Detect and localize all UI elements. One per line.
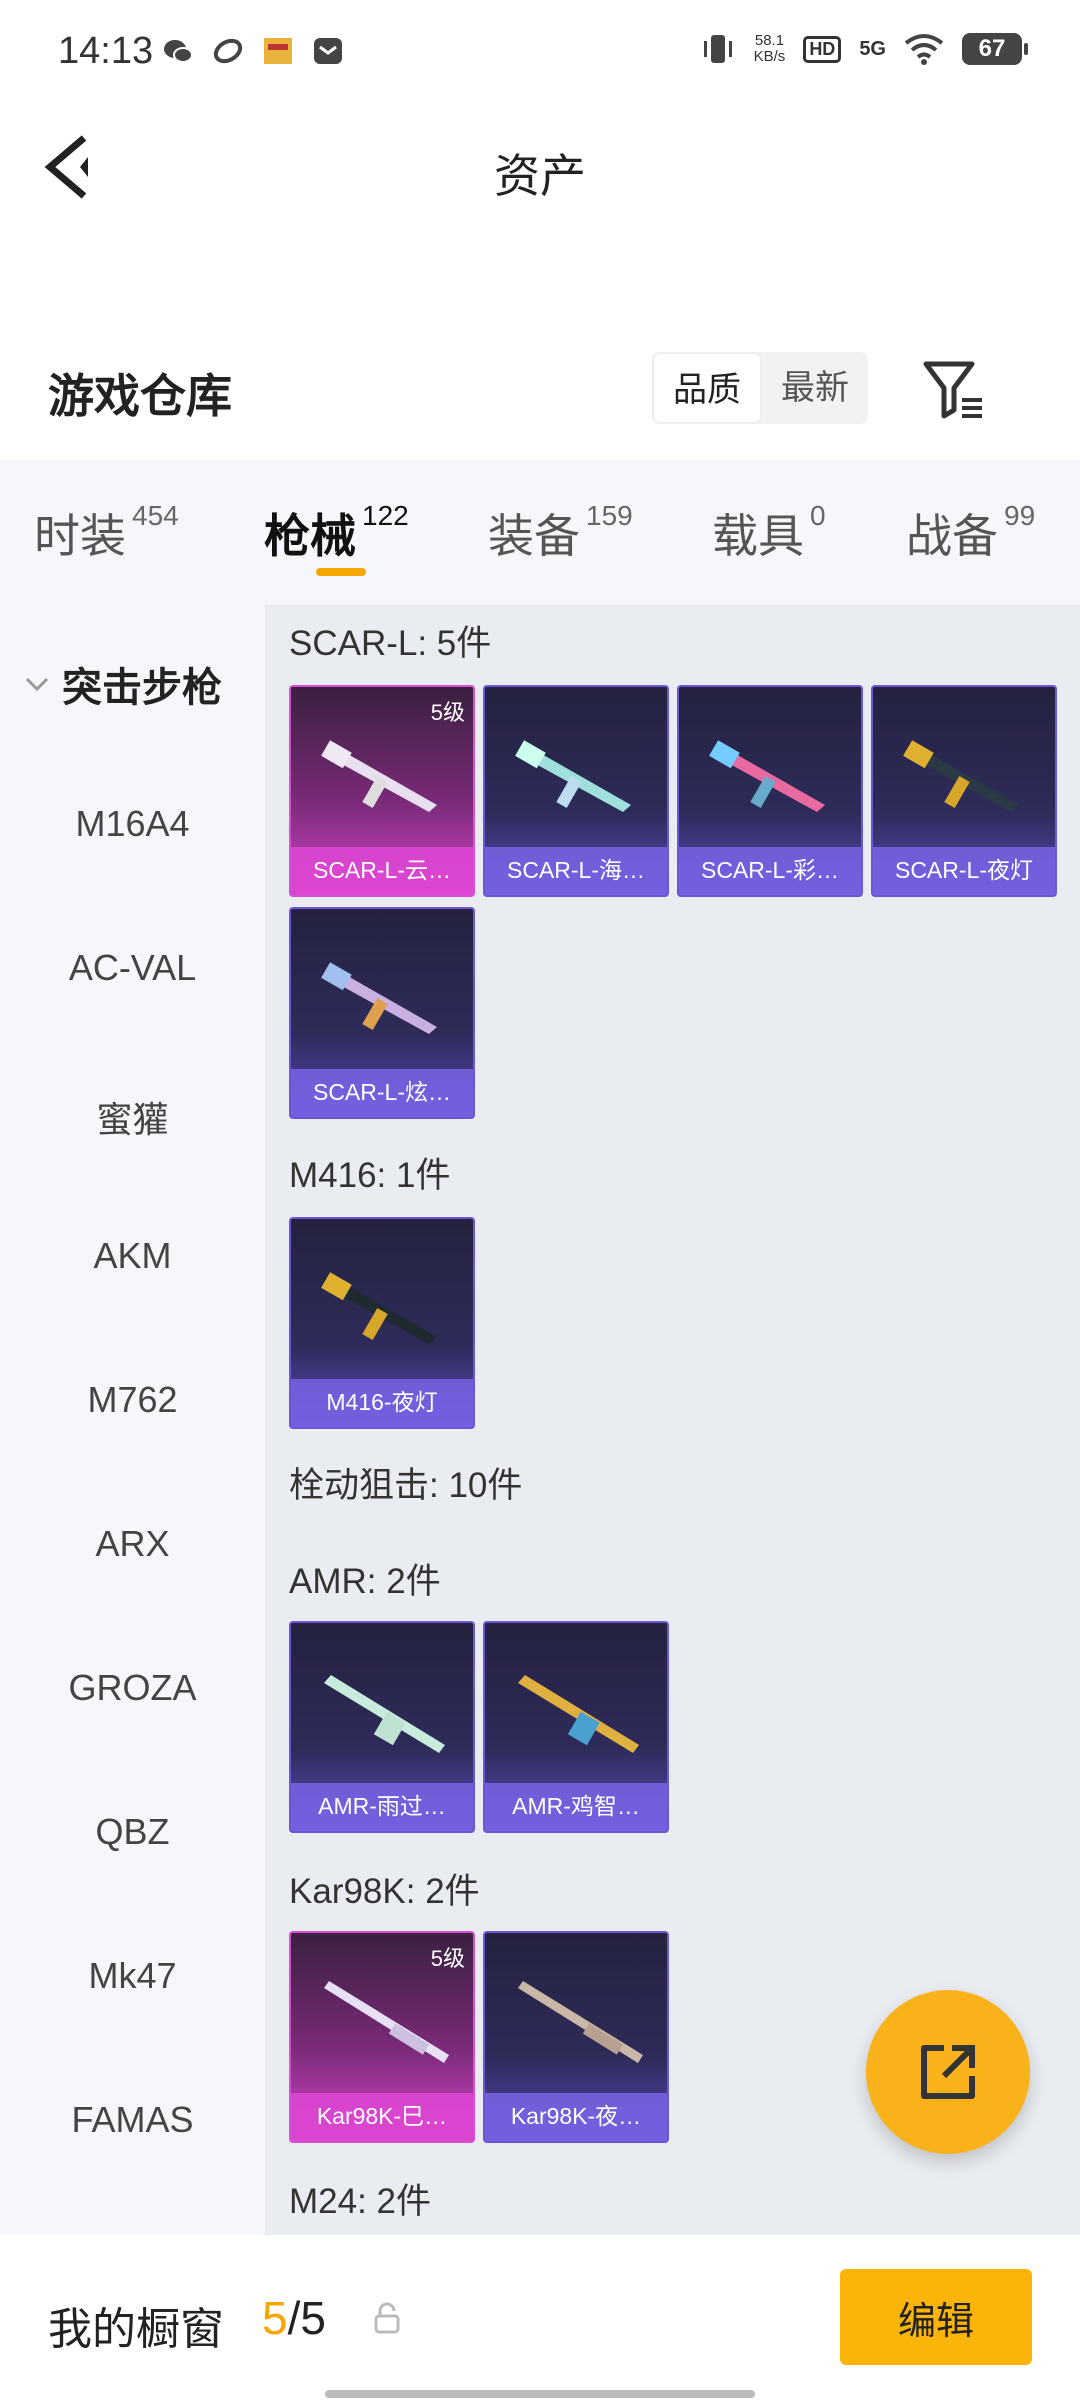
status-bar: 14:13 58.1 KB/s HD 5G 67 [0, 0, 1080, 110]
showcase-label: 我的橱窗 [48, 2305, 224, 2354]
sidebar-item-m762[interactable]: M762 [0, 1379, 265, 1421]
group-title: AMR: 2件 [289, 1562, 441, 1601]
battery-indicator: 67 [962, 33, 1028, 65]
sidebar-item-famas[interactable]: FAMAS [0, 2099, 265, 2141]
sort-segmented-control: 品质 最新 [652, 352, 868, 424]
group-title: SCAR-L: 5件 [289, 624, 492, 663]
item-name: SCAR-L-海… [485, 847, 667, 895]
message-icon [314, 38, 342, 64]
share-icon [921, 2045, 975, 2099]
tab-guns[interactable]: 枪械 122 [264, 500, 409, 566]
sidebar-item-mk47[interactable]: Mk47 [0, 1955, 265, 1997]
system-icons: 58.1 KB/s HD 5G 67 [700, 32, 1028, 66]
group-title: M416: 1件 [289, 1156, 451, 1195]
sidebar-item-arx[interactable]: ARX [0, 1523, 265, 1565]
sidebar: 突击步枪 M16A4 AC-VAL 蜜獾 AKM M762 ARX GROZA … [0, 605, 265, 2235]
filter-icon[interactable] [920, 356, 990, 426]
item-card[interactable]: SCAR-L-炫… [289, 907, 475, 1119]
tab-vehicles[interactable]: 载具 0 [712, 500, 826, 566]
gun-image [709, 740, 825, 812]
item-card[interactable]: SCAR-L-夜灯 [871, 685, 1057, 897]
item-card[interactable]: SCAR-L-彩… [677, 685, 863, 897]
group-title: 栓动狙击: 10件 [289, 1466, 523, 1505]
item-card[interactable]: AMR-鸡智… [483, 1621, 669, 1833]
group-title: M24: 2件 [289, 2182, 431, 2221]
item-card[interactable]: SCAR-L-海… [483, 685, 669, 897]
sidebar-item-m16a4[interactable]: M16A4 [0, 803, 265, 845]
gun-image [321, 1272, 437, 1344]
sidebar-category-assault-rifle[interactable]: 突击步枪 [22, 655, 222, 713]
gun-image [903, 740, 1019, 812]
gun-image [515, 740, 631, 812]
gun-image [321, 962, 437, 1034]
sidebar-item-qbz[interactable]: QBZ [0, 1811, 265, 1853]
item-name: SCAR-L-云… [291, 847, 473, 895]
gun-image [324, 1675, 445, 1753]
status-time: 14:13 [58, 30, 154, 72]
gun-image [324, 1981, 449, 2063]
item-card[interactable]: 5级 Kar98K-巳… [289, 1931, 475, 2143]
wechat-icon [164, 40, 193, 63]
item-card[interactable]: M416-夜灯 [289, 1217, 475, 1429]
item-name: Kar98K-巳… [291, 2093, 473, 2141]
tab-equipment[interactable]: 装备 159 [488, 500, 633, 566]
hd-badge: HD [803, 35, 842, 63]
item-name: Kar98K-夜… [485, 2093, 667, 2141]
active-tab-indicator [316, 568, 366, 576]
item-name: AMR-雨过… [291, 1783, 473, 1831]
wifi-icon [904, 34, 944, 65]
home-indicator[interactable] [325, 2390, 755, 2398]
showcase-bar: 我的橱窗 5/5 编辑 [0, 2235, 1080, 2400]
item-card[interactable]: 5级 SCAR-L-云… [289, 685, 475, 897]
group-title: Kar98K: 2件 [289, 1872, 480, 1911]
chevron-down-icon [25, 677, 49, 692]
vibrate-icon [703, 35, 732, 63]
sidebar-item-akm[interactable]: AKM [0, 1235, 265, 1277]
net-speed: 58.1 KB/s [753, 32, 786, 65]
edit-button[interactable]: 编辑 [840, 2269, 1032, 2365]
showcase-count: 5/5 [262, 2292, 326, 2344]
lock-icon [374, 2302, 400, 2334]
item-name: SCAR-L-彩… [679, 847, 861, 895]
tab-supplies[interactable]: 战备 99 [906, 500, 1035, 566]
tab-fashion[interactable]: 时装 454 [34, 500, 179, 566]
gun-image [518, 1675, 639, 1753]
item-name: SCAR-L-炫… [291, 1069, 473, 1117]
signal-5g: 5G [859, 37, 886, 60]
game-icon [264, 38, 292, 64]
sidebar-category-label: 突击步枪 [62, 666, 222, 710]
notification-icons [162, 36, 344, 66]
item-card[interactable]: AMR-雨过… [289, 1621, 475, 1833]
app-icon [213, 38, 243, 64]
gun-image [518, 1981, 643, 2063]
sidebar-item-groza[interactable]: GROZA [0, 1667, 265, 1709]
item-name: AMR-鸡智… [485, 1783, 667, 1831]
gun-image [321, 740, 437, 812]
sort-option-quality[interactable]: 品质 [652, 352, 762, 424]
warehouse-title: 游戏仓库 [48, 370, 232, 422]
page-title: 资产 [494, 150, 586, 202]
warehouse-header: 游戏仓库 品质 最新 [0, 330, 1080, 460]
sidebar-item-ac-val[interactable]: AC-VAL [0, 947, 265, 989]
item-name: M416-夜灯 [291, 1379, 473, 1427]
sort-option-newest[interactable]: 最新 [762, 352, 868, 424]
item-name: SCAR-L-夜灯 [873, 847, 1055, 895]
share-button[interactable] [866, 1990, 1030, 2154]
item-card[interactable]: Kar98K-夜… [483, 1931, 669, 2143]
sidebar-item-honey-badger[interactable]: 蜜獾 [0, 1091, 265, 1143]
category-tabs: 时装 454 枪械 122 装备 159 载具 0 战备 99 [0, 460, 1080, 605]
nav-bar: 资产 [0, 110, 1080, 230]
